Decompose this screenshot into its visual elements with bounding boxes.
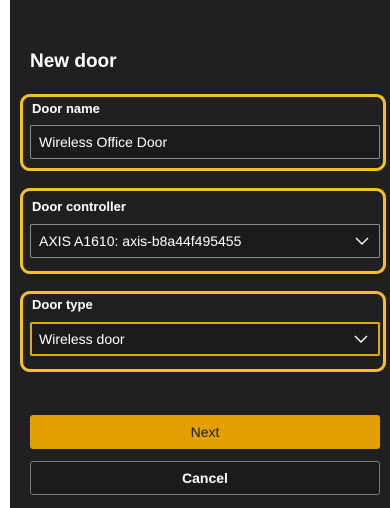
door-type-value: Wireless door	[39, 331, 125, 347]
door-name-label: Door name	[32, 101, 100, 116]
door-controller-value: AXIS A1610: axis-b8a44f495455	[39, 233, 242, 249]
cancel-button[interactable]: Cancel	[30, 461, 380, 495]
door-name-input[interactable]: Wireless Office Door	[30, 125, 380, 159]
chevron-down-icon	[355, 237, 369, 245]
door-name-value: Wireless Office Door	[39, 134, 168, 150]
next-button[interactable]: Next	[30, 415, 380, 449]
door-type-select[interactable]: Wireless door	[30, 322, 380, 356]
chevron-down-icon	[354, 335, 368, 343]
door-controller-select[interactable]: AXIS A1610: axis-b8a44f495455	[30, 224, 380, 258]
dialog-title: New door	[30, 51, 117, 72]
new-door-dialog: New door Door name Wireless Office Door …	[10, 0, 390, 508]
page-background: New door Door name Wireless Office Door …	[0, 0, 390, 508]
door-controller-label: Door controller	[32, 199, 126, 214]
door-type-label: Door type	[32, 297, 93, 312]
